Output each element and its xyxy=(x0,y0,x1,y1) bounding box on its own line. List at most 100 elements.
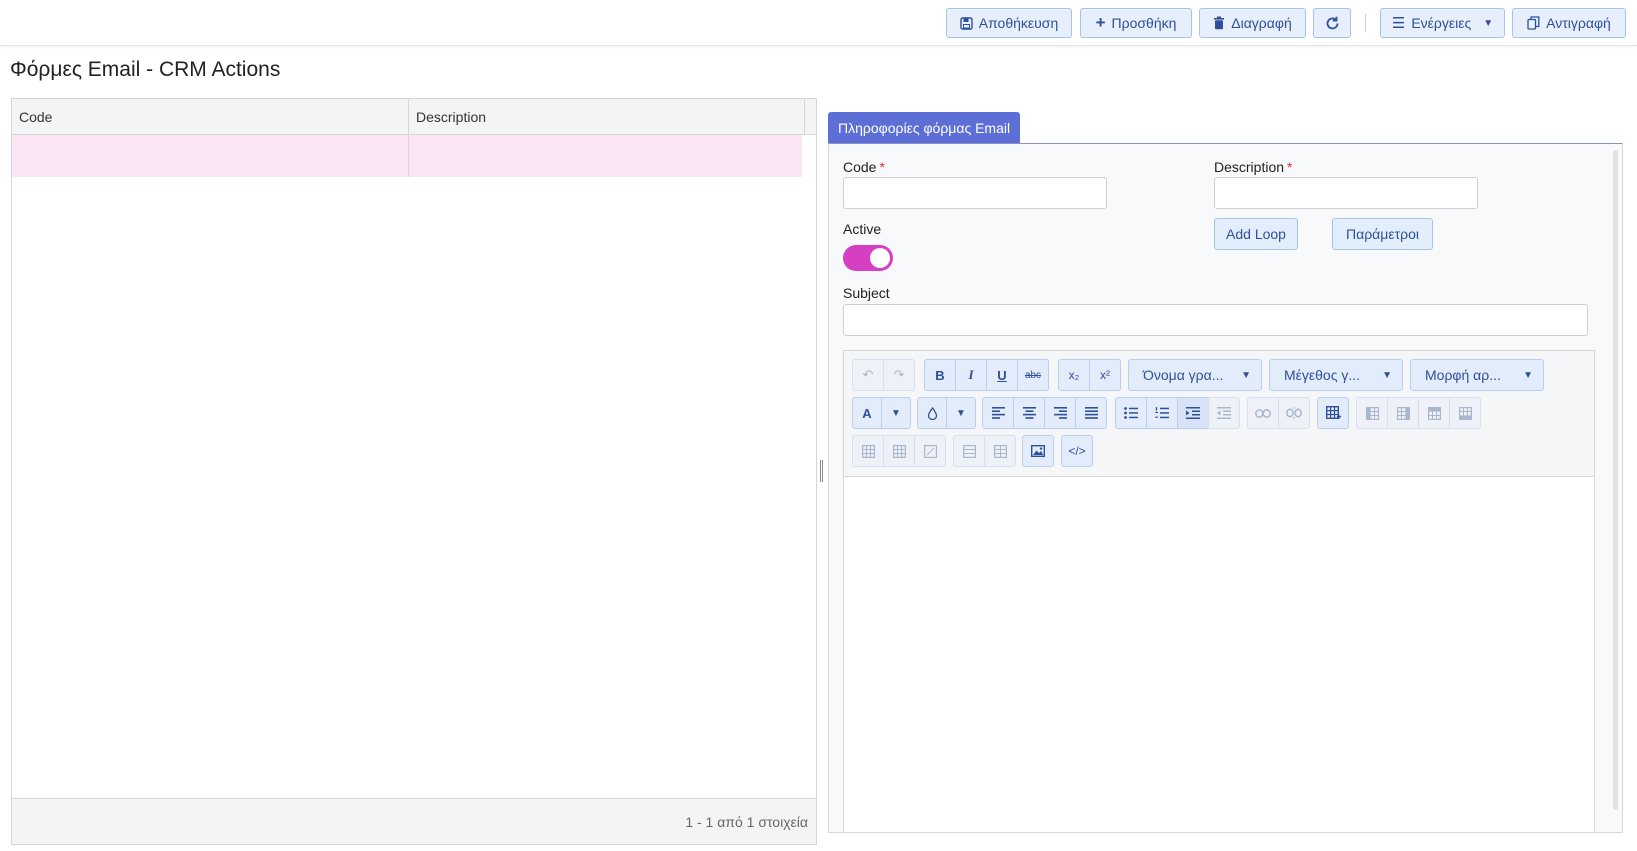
font-size-dropdown[interactable]: Μέγεθος γ... ▼ xyxy=(1269,359,1403,391)
strikethrough-icon[interactable]: abc xyxy=(1017,359,1049,391)
code-label-text: Code xyxy=(843,159,877,175)
redo-icon[interactable]: ↷ xyxy=(883,359,915,391)
rich-text-editor: ↶ ↷ B I U abc x₂ x² Όνομα γρα... ▼ Μέγεθο… xyxy=(843,350,1595,833)
insert-image-group xyxy=(1022,435,1054,467)
add-row-above-icon[interactable] xyxy=(1418,397,1450,429)
font-name-dropdown[interactable]: Όνομα γρα... ▼ xyxy=(1128,359,1262,391)
trash-icon xyxy=(1213,16,1225,30)
split-horizontal-icon[interactable] xyxy=(953,435,985,467)
caret-down-icon: ▼ xyxy=(1241,369,1251,381)
table-split-group xyxy=(953,435,1016,467)
numbered-list-icon[interactable] xyxy=(1146,397,1178,429)
add-row-below-icon[interactable] xyxy=(1449,397,1481,429)
top-toolbar: Αποθήκευση + Προσθήκη Διαγραφή ☰ Ενέργει… xyxy=(0,0,1637,46)
caret-down-icon: ▼ xyxy=(1483,17,1494,29)
subscript-icon[interactable]: x₂ xyxy=(1058,359,1090,391)
floppy-disk-icon xyxy=(960,16,973,30)
actions-label: Ενέργειες xyxy=(1411,15,1472,31)
grid-pager: 1 - 1 από 1 στοιχεία xyxy=(12,798,816,844)
undo-icon[interactable]: ↶ xyxy=(852,359,884,391)
active-label: Active xyxy=(843,221,882,237)
actions-dropdown-button[interactable]: ☰ Ενέργειες ▼ xyxy=(1380,8,1505,38)
add-label: Προσθήκη xyxy=(1111,15,1177,31)
align-center-icon[interactable] xyxy=(1013,397,1045,429)
description-input[interactable] xyxy=(1214,177,1478,209)
required-mark: * xyxy=(879,159,885,175)
underline-icon[interactable]: U xyxy=(986,359,1018,391)
table-edit-group xyxy=(1356,397,1481,429)
align-right-icon[interactable] xyxy=(1044,397,1076,429)
page-title: Φόρμες Email - CRM Actions xyxy=(10,58,281,81)
align-left-icon[interactable] xyxy=(982,397,1014,429)
add-column-right-icon[interactable] xyxy=(1387,397,1419,429)
panel-splitter-handle[interactable] xyxy=(820,460,823,482)
caret-down-icon: ▼ xyxy=(1382,369,1392,381)
table-delete-group xyxy=(852,435,946,467)
link-icon[interactable] xyxy=(1247,397,1279,429)
column-header-code[interactable]: Code xyxy=(12,99,409,135)
code-label: Code * xyxy=(843,159,885,175)
split-vertical-icon[interactable] xyxy=(984,435,1016,467)
code-input[interactable] xyxy=(843,177,1107,209)
font-color-icon[interactable]: A xyxy=(852,397,882,429)
records-grid: Code Description 1 - 1 από 1 στοιχεία xyxy=(11,98,817,845)
font-color-group: A ▼ xyxy=(852,397,911,429)
insert-table-group xyxy=(1317,397,1349,429)
history-group: ↶ ↷ xyxy=(852,359,915,391)
format-value: Μορφή αρ... xyxy=(1425,367,1501,383)
editor-toolbar: ↶ ↷ B I U abc x₂ x² Όνομα γρα... ▼ Μέγεθο… xyxy=(844,351,1594,477)
indent-icon[interactable] xyxy=(1177,397,1209,429)
column-header-description[interactable]: Description xyxy=(409,99,805,135)
view-html-group: </> xyxy=(1061,435,1093,467)
background-color-group: ▼ xyxy=(917,397,976,429)
italic-icon[interactable]: I xyxy=(955,359,987,391)
subject-input[interactable] xyxy=(843,304,1588,336)
description-label-text: Description xyxy=(1214,159,1285,175)
save-button[interactable]: Αποθήκευση xyxy=(946,8,1072,38)
delete-column-icon[interactable] xyxy=(852,435,884,467)
insert-image-icon[interactable] xyxy=(1022,435,1054,467)
insert-table-icon[interactable] xyxy=(1317,397,1349,429)
background-color-caret-icon[interactable]: ▼ xyxy=(946,397,976,429)
plus-icon: + xyxy=(1095,13,1106,32)
add-column-left-icon[interactable] xyxy=(1356,397,1388,429)
parameters-button[interactable]: Παράμετροι xyxy=(1332,218,1433,250)
table-row[interactable] xyxy=(12,135,802,177)
copy-button[interactable]: Αντιγραφή xyxy=(1512,8,1626,38)
form-scrollbar[interactable] xyxy=(1613,150,1618,810)
outdent-icon[interactable] xyxy=(1208,397,1240,429)
editor-content-area[interactable] xyxy=(844,477,1594,832)
caret-down-icon: ▼ xyxy=(1523,369,1533,381)
copy-icon xyxy=(1527,16,1540,30)
script-group: x₂ x² xyxy=(1058,359,1121,391)
font-color-caret-icon[interactable]: ▼ xyxy=(881,397,911,429)
add-button[interactable]: + Προσθήκη xyxy=(1080,8,1192,38)
delete-label: Διαγραφή xyxy=(1231,15,1292,31)
save-label: Αποθήκευση xyxy=(978,15,1059,31)
copy-label: Αντιγραφή xyxy=(1546,15,1611,31)
active-toggle[interactable] xyxy=(843,245,893,271)
unlink-icon[interactable] xyxy=(1278,397,1310,429)
required-mark: * xyxy=(1287,159,1293,175)
delete-row-icon[interactable] xyxy=(883,435,915,467)
background-color-icon[interactable] xyxy=(917,397,947,429)
bold-icon[interactable]: B xyxy=(924,359,956,391)
merge-cells-icon[interactable] xyxy=(914,435,946,467)
refresh-button[interactable] xyxy=(1313,8,1351,38)
cell-code xyxy=(12,135,409,177)
superscript-icon[interactable]: x² xyxy=(1089,359,1121,391)
list-group xyxy=(1115,397,1240,429)
subject-label: Subject xyxy=(843,285,890,301)
delete-button[interactable]: Διαγραφή xyxy=(1199,8,1306,38)
description-label: Description * xyxy=(1214,159,1292,175)
form-panel: Code * Description * Active Add Loop Παράμ… xyxy=(828,143,1623,833)
tab-email-form-info[interactable]: Πληροφορίες φόρμας Email xyxy=(828,112,1021,144)
code-view-icon[interactable]: </> xyxy=(1061,435,1093,467)
align-justify-icon[interactable] xyxy=(1075,397,1107,429)
font-size-value: Μέγεθος γ... xyxy=(1284,367,1361,383)
bulleted-list-icon[interactable] xyxy=(1115,397,1147,429)
text-style-group: B I U abc xyxy=(924,359,1049,391)
add-loop-button[interactable]: Add Loop xyxy=(1214,218,1298,250)
format-dropdown[interactable]: Μορφή αρ... ▼ xyxy=(1410,359,1544,391)
toggle-knob xyxy=(870,248,890,268)
